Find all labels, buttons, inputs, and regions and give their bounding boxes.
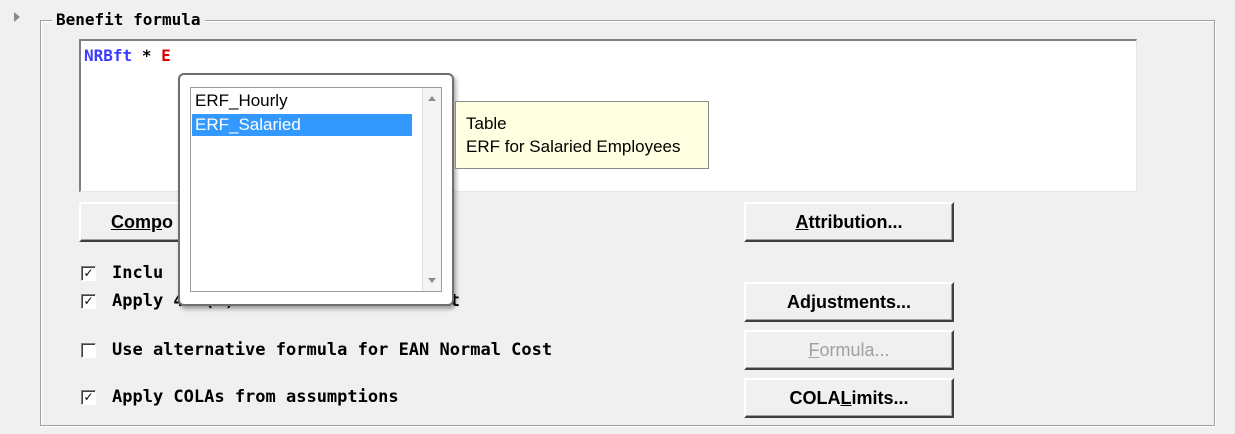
formula-pending-token: E [161,46,171,65]
list-scrollbar[interactable] [422,88,441,291]
formula-text: NRBft * E [84,46,171,65]
include-checkbox[interactable]: ✓ [81,265,96,281]
attribution-button[interactable]: Attribution... [744,202,954,242]
scroll-down-icon[interactable] [428,278,436,283]
formula-operator: * [141,46,152,65]
checkbox-label: Use alternative formula for EAN Normal C… [112,340,553,360]
expand-arrow-icon[interactable] [14,12,20,22]
apply-415b-checkbox[interactable]: ✓ [81,293,96,309]
checkbox-row-ean[interactable]: Use alternative formula for EAN Normal C… [81,339,552,361]
tooltip: Table ERF for Salaried Employees [455,101,709,169]
alt-formula-ean-checkbox[interactable] [81,342,96,358]
tooltip-description: ERF for Salaried Employees [466,137,681,156]
formula-button: Formula... [744,330,954,370]
tooltip-type: Table [466,114,507,133]
apply-colas-checkbox[interactable]: ✓ [81,389,96,405]
scroll-up-icon[interactable] [428,96,436,101]
list-item-selected[interactable]: ERF_Salaried [192,114,412,136]
formula-variable: NRBft [84,46,133,65]
cola-limits-button[interactable]: COLA Limits... [744,378,954,418]
list-item[interactable]: ERF_Hourly [192,90,412,112]
group-title: Benefit formula [52,10,205,29]
autocomplete-popup: ERF_Hourly ERF_Salaried [178,73,454,306]
autocomplete-list[interactable]: ERF_Hourly ERF_Salaried [190,87,442,292]
checkbox-row-colas[interactable]: ✓ Apply COLAs from assumptions [81,386,399,408]
adjustments-button[interactable]: Adjustments... [744,282,954,322]
checkbox-label: Apply COLAs from assumptions [112,387,399,407]
